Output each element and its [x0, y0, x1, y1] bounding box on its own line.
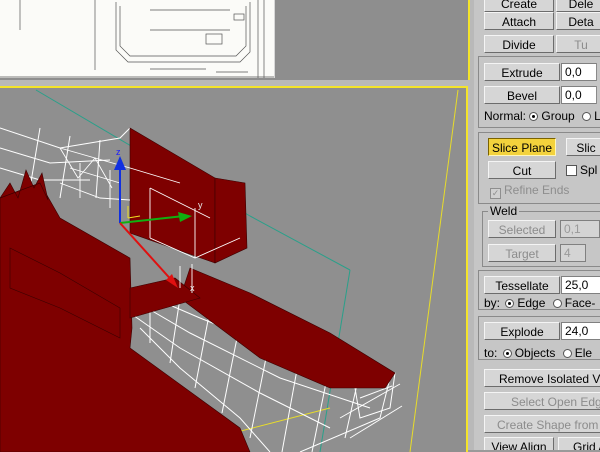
tessellate-by-label: by:: [484, 296, 501, 310]
view-align-button[interactable]: View Align: [484, 437, 554, 450]
axis-x-label: x: [190, 283, 195, 293]
perspective-viewport[interactable]: z y x: [0, 86, 468, 452]
axis-y-label: y: [198, 200, 203, 210]
turn-button[interactable]: Tu: [556, 35, 600, 53]
explode-to-row: to: Objects Ele: [484, 346, 592, 360]
attach-button[interactable]: Attach: [484, 12, 554, 30]
bevel-spinner[interactable]: [596, 86, 600, 104]
weld-title: Weld: [488, 204, 520, 218]
select-open-edges-button[interactable]: Select Open Edges: [484, 392, 600, 410]
active-border-fragment: [468, 0, 470, 80]
bevel-field[interactable]: 0,0: [561, 86, 600, 104]
divide-button[interactable]: Divide: [484, 35, 554, 53]
grid-align-button[interactable]: Grid A: [558, 437, 600, 450]
explode-field[interactable]: 24,0: [561, 322, 600, 340]
create-shape-from-edges-button[interactable]: Create Shape from Ed: [484, 415, 600, 433]
refine-ends-checkbox[interactable]: ✓: [490, 188, 501, 199]
create-button[interactable]: Create: [484, 0, 554, 12]
normal-local-label: L: [594, 109, 600, 123]
explode-elements-radio[interactable]: [562, 349, 572, 358]
tessellate-edge-label: Edge: [517, 296, 546, 310]
weld-selected-field[interactable]: 0,1: [560, 220, 600, 238]
mesh-scene: z y x: [0, 89, 459, 452]
cut-button[interactable]: Cut: [488, 161, 556, 179]
explode-objects-radio[interactable]: [502, 349, 512, 358]
remove-isolated-vertices-button[interactable]: Remove Isolated Vert: [484, 369, 600, 387]
bevel-button[interactable]: Bevel: [484, 86, 560, 104]
normal-label: Normal:: [484, 109, 527, 123]
tessellate-edge-radio[interactable]: [505, 299, 515, 308]
slice-plane-button[interactable]: Slice Plane: [488, 138, 556, 156]
split-label: Spl: [580, 163, 598, 177]
tessellate-face-radio[interactable]: [552, 299, 562, 308]
delete-button[interactable]: Dele: [556, 0, 600, 12]
command-panel: Create Dele Attach Deta Divide Tu Extrud…: [474, 0, 600, 450]
refine-ends-label: Refine Ends: [504, 183, 570, 197]
weld-target-field[interactable]: 4: [560, 244, 586, 262]
weld-selected-button[interactable]: Selected: [488, 220, 556, 238]
split-row[interactable]: Spl: [566, 163, 597, 177]
extrude-button[interactable]: Extrude: [484, 63, 560, 81]
blueprint-image: [0, 0, 275, 78]
tessellate-field[interactable]: 25,0: [561, 276, 600, 294]
extrude-field[interactable]: 0,0: [561, 63, 600, 81]
top-viewport[interactable]: [0, 0, 468, 80]
detach-button[interactable]: Deta: [556, 12, 600, 30]
refine-ends-row[interactable]: ✓ Refine Ends: [490, 183, 569, 199]
explode-button[interactable]: Explode: [484, 322, 560, 340]
explode-objects-label: Objects: [514, 346, 556, 360]
weld-target-button[interactable]: Target: [488, 244, 556, 262]
tessellate-face-label: Face-: [564, 296, 596, 310]
explode-to-label: to:: [484, 346, 498, 360]
mesh-faces: [0, 127, 396, 452]
normal-local-radio[interactable]: [582, 112, 592, 121]
split-checkbox[interactable]: [566, 165, 577, 176]
viewport-gray-area: [276, 0, 468, 80]
normal-group-label: Group: [541, 109, 575, 123]
normal-group-radio[interactable]: [529, 112, 539, 121]
explode-elements-label: Ele: [574, 346, 593, 360]
tessellate-button[interactable]: Tessellate: [484, 276, 560, 294]
extrude-spinner[interactable]: [596, 63, 600, 81]
tessellate-by-row: by: Edge Face-: [484, 296, 595, 310]
axis-z-label: z: [116, 147, 121, 157]
slice-button[interactable]: Slic: [566, 138, 600, 156]
normal-row: Normal: Group L: [484, 109, 600, 123]
